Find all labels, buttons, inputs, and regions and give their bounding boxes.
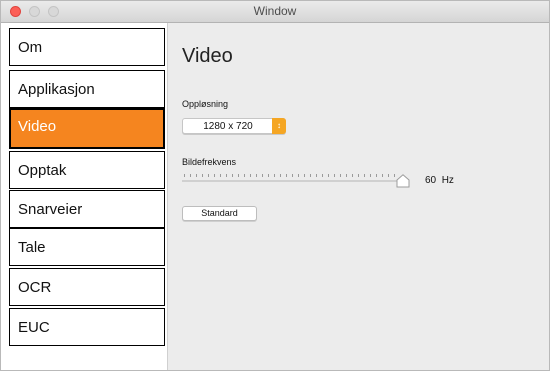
app-window: Window Om Applikasjon Video Opptak Snarv… [0, 0, 550, 371]
slider-tick [334, 174, 335, 177]
slider-tick [346, 174, 347, 177]
sidebar-item-euc[interactable]: EUC [9, 308, 165, 346]
slider-tick [238, 174, 239, 177]
chevron-updown-icon: ↕ [272, 118, 286, 134]
slider-tick [256, 174, 257, 177]
slider-tick [190, 174, 191, 177]
slider-tick [352, 174, 353, 177]
slider-tick [208, 174, 209, 177]
slider-tick [244, 174, 245, 177]
slider-tick [310, 174, 311, 177]
slider-tick [328, 174, 329, 177]
slider-tick [298, 174, 299, 177]
sidebar: Om Applikasjon Video Opptak Snarveier Ta… [1, 23, 168, 370]
slider-tick [322, 174, 323, 177]
slider-tick [370, 174, 371, 177]
slider-tick [364, 174, 365, 177]
sidebar-item-applikasjon[interactable]: Applikasjon [9, 70, 165, 108]
sidebar-item-ocr[interactable]: OCR [9, 268, 165, 306]
slider-tick [292, 174, 293, 177]
slider-tick [304, 174, 305, 177]
sidebar-item-video[interactable]: Video [9, 108, 165, 149]
window-title: Window [253, 4, 297, 18]
slider-tick [388, 174, 389, 177]
slider-tick [340, 174, 341, 177]
resolution-value: 1280 x 720 [203, 121, 253, 132]
sidebar-item-om[interactable]: Om [9, 28, 165, 66]
sidebar-item-opptak[interactable]: Opptak [9, 151, 165, 189]
slider-tick [274, 174, 275, 177]
slider-tick [202, 174, 203, 177]
slider-tick [196, 174, 197, 177]
framerate-slider-track[interactable] [182, 180, 408, 182]
framerate-unit: Hz [441, 175, 454, 186]
title-bar: Window [1, 1, 549, 23]
slider-tick [220, 174, 221, 177]
slider-tick [286, 174, 287, 177]
slider-tick [394, 174, 395, 177]
slider-tick [232, 174, 233, 177]
standard-button[interactable]: Standard [182, 206, 257, 221]
slider-tick [262, 174, 263, 177]
page-title: Video [182, 45, 233, 67]
slider-tick [382, 174, 383, 177]
slider-tick [280, 174, 281, 177]
resolution-select[interactable]: 1280 x 720 ↕ [182, 118, 286, 134]
slider-tick [226, 174, 227, 177]
sidebar-item-snarveier[interactable]: Snarveier [9, 190, 165, 228]
sidebar-item-tale[interactable]: Tale [9, 228, 165, 266]
resolution-label: Oppløsning [182, 99, 229, 109]
slider-tick [250, 174, 251, 177]
settings-panel: Video Oppløsning 1280 x 720 ↕ Bildefrekv… [168, 23, 549, 370]
slider-tick [376, 174, 377, 177]
slider-tick [268, 174, 269, 177]
slider-tick [358, 174, 359, 177]
slider-tick [316, 174, 317, 177]
slider-tick [214, 174, 215, 177]
framerate-slider-thumb[interactable] [396, 174, 410, 188]
framerate-label: Bildefrekvens [182, 157, 237, 167]
framerate-slider-ticks [184, 174, 395, 178]
framerate-value: 60 [425, 175, 437, 186]
slider-tick [184, 174, 185, 177]
framerate-readout: 60 Hz [425, 175, 454, 186]
